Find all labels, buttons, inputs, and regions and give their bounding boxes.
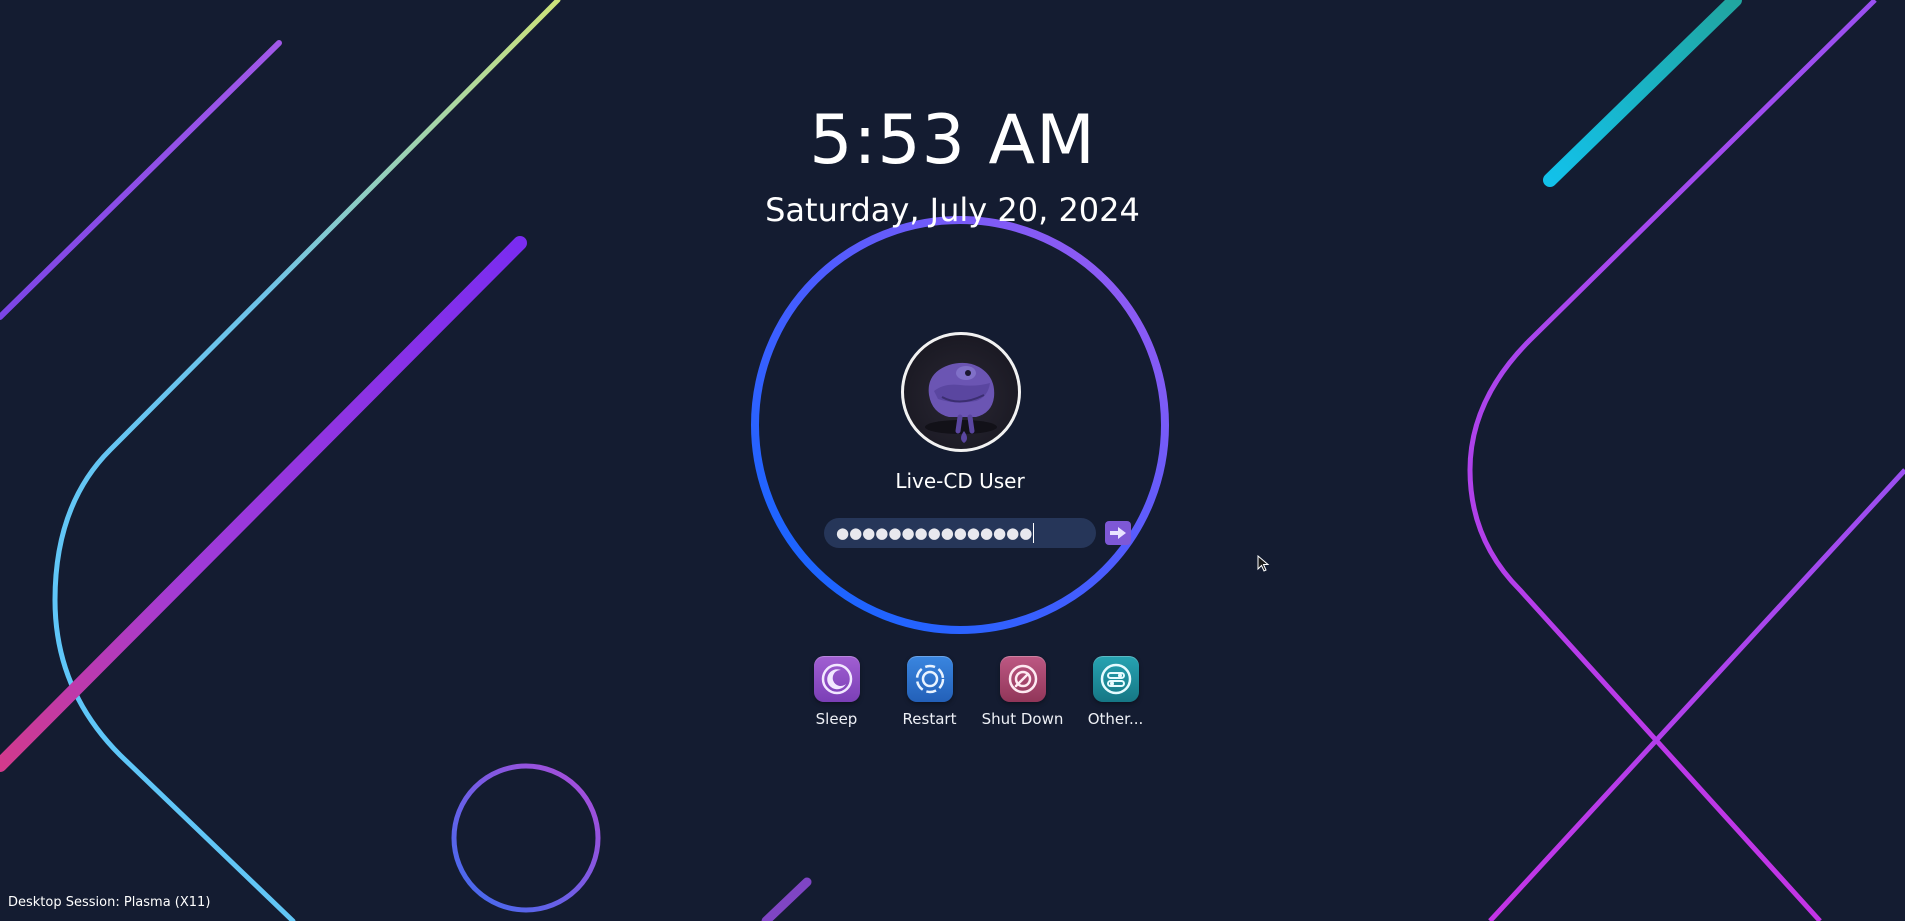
other-button[interactable]: Other... (1069, 656, 1162, 729)
restart-icon (906, 656, 953, 702)
desktop-session-selector[interactable]: Desktop Session: Plasma (X11) (8, 894, 210, 912)
password-masked-value: ●●●●●●●●●●●●●●● (836, 524, 1033, 542)
user-name: Live-CD User (895, 469, 1025, 493)
restart-button[interactable]: Restart (883, 656, 976, 729)
shutdown-button[interactable]: Shut Down (976, 656, 1069, 729)
other-icon (1092, 656, 1139, 702)
shutdown-label: Shut Down (981, 710, 1064, 728)
mouse-pointer-icon (1257, 555, 1270, 572)
text-caret (1033, 523, 1035, 543)
user-avatar[interactable] (901, 332, 1021, 452)
chameleon-avatar-icon (925, 362, 997, 443)
other-label: Other... (1087, 710, 1144, 728)
restart-label: Restart (902, 710, 957, 728)
clock-date: Saturday, July 20, 2024 (765, 191, 1140, 229)
clock-time: 5:53 AM (809, 101, 1096, 180)
arrow-right-icon (1110, 527, 1126, 539)
shutdown-icon (999, 656, 1046, 702)
power-actions: Sleep Restart Shut Down Other... (790, 656, 1162, 729)
password-input[interactable]: ●●●●●●●●●●●●●●● (824, 518, 1096, 548)
login-button[interactable] (1105, 521, 1131, 545)
sleep-button[interactable]: Sleep (790, 656, 883, 729)
sleep-label: Sleep (815, 710, 858, 728)
login-screen: 5:53 AM Saturday, July 20, 2024 Live-CD … (0, 0, 1905, 921)
sleep-icon (813, 656, 860, 702)
